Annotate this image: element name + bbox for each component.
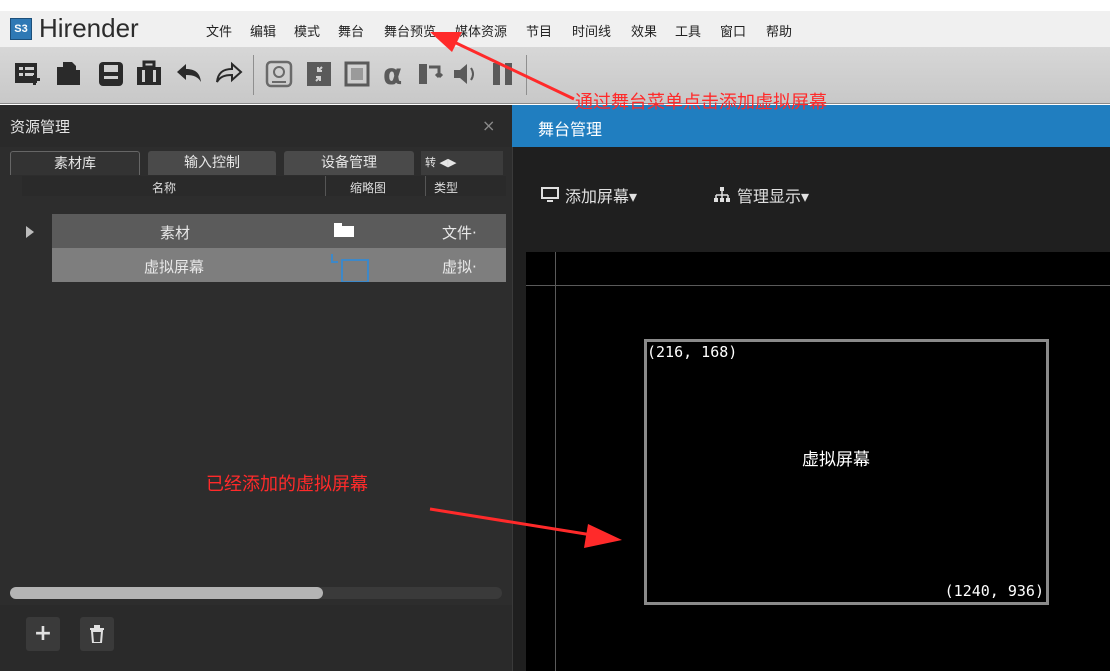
row-type: 虚拟·	[442, 258, 477, 276]
horizontal-scrollbar[interactable]	[10, 587, 502, 599]
stage-panel: 添加屏幕▾ 管理显示▾ (216, 168) 虚拟屏幕 (1240, 936)	[512, 147, 1110, 671]
virtual-screen-label: 虚拟屏幕	[802, 450, 870, 470]
menu-window[interactable]: 窗口	[720, 21, 746, 40]
tab-label: 输入控制	[184, 155, 240, 171]
add-screen-button[interactable]: 添加屏幕▾	[541, 181, 637, 209]
menu-help[interactable]: 帮助	[766, 21, 792, 40]
row-name: 素材	[160, 224, 191, 242]
shrink-icon[interactable]	[300, 54, 338, 94]
resource-panel: 资源管理 × 素材库 输入控制 设备管理 转 ◀▶ 名称 缩略图 类型 素材 文…	[0, 105, 512, 671]
monitor-icon	[541, 187, 559, 202]
manage-display-label: 管理显示▾	[737, 187, 810, 206]
column-name[interactable]: 名称	[152, 179, 176, 196]
guide-line-horizontal	[526, 285, 1110, 286]
redo-icon[interactable]	[210, 54, 248, 94]
undo-icon[interactable]	[170, 54, 208, 94]
add-list-icon[interactable]	[8, 54, 46, 94]
menu-stage[interactable]: 舞台	[338, 21, 364, 40]
menu-stage-preview[interactable]: 舞台预览	[384, 21, 436, 40]
tab-input-control[interactable]: 输入控制	[148, 151, 276, 175]
table-row[interactable]: 虚拟屏幕 虚拟·	[52, 248, 506, 283]
alpha-icon[interactable]: α	[376, 54, 414, 94]
top-left-coordinate: (216, 168)	[647, 343, 738, 361]
briefcase-icon[interactable]	[130, 54, 168, 94]
row-type: 文件·	[442, 224, 477, 242]
add-button[interactable]: +	[26, 617, 60, 651]
menu-file[interactable]: 文件	[206, 21, 232, 40]
hierarchy-icon	[714, 187, 730, 202]
resource-panel-footer: +	[0, 605, 512, 671]
folder-icon	[334, 222, 354, 241]
close-icon[interactable]: ×	[482, 116, 495, 135]
menu-media-resources[interactable]: 媒体资源	[455, 21, 507, 40]
virtual-screen[interactable]: (216, 168) 虚拟屏幕 (1240, 936)	[644, 339, 1049, 605]
pause-icon[interactable]	[484, 54, 522, 94]
annotation-screen-hint: 已经添加的虚拟屏幕	[206, 474, 368, 495]
stage-canvas[interactable]: (216, 168) 虚拟屏幕 (1240, 936)	[526, 252, 1110, 671]
tab-material-library[interactable]: 素材库	[10, 151, 140, 175]
tab-label: 素材库	[54, 156, 96, 172]
virtual-screen-thumbnail-icon	[330, 252, 374, 286]
guide-line-vertical	[555, 252, 556, 671]
stage-panel-title: 舞台管理	[538, 120, 603, 139]
tab-label: 设备管理	[321, 155, 377, 171]
menu-mode[interactable]: 模式	[294, 21, 320, 40]
toolbar: α	[0, 47, 1110, 104]
add-screen-label: 添加屏幕▾	[565, 187, 638, 206]
delete-button[interactable]	[80, 617, 114, 651]
table-row[interactable]: 素材 文件·	[52, 214, 506, 248]
menu-effects[interactable]: 效果	[631, 21, 657, 40]
menu-timeline[interactable]: 时间线	[572, 21, 611, 40]
trash-icon	[90, 625, 104, 644]
loop-icon[interactable]	[410, 54, 448, 94]
frame-icon[interactable]	[338, 54, 376, 94]
table-header: 名称 缩略图 类型	[22, 176, 506, 196]
tab-scroll-buttons[interactable]: 转 ◀▶	[421, 151, 503, 175]
location-icon[interactable]	[260, 54, 298, 94]
bottom-right-coordinate: (1240, 936)	[944, 582, 1044, 600]
menu-program[interactable]: 节目	[526, 21, 552, 40]
annotation-menu-hint: 通过舞台菜单点击添加虚拟屏幕	[575, 92, 827, 113]
app-logo: S3	[10, 18, 32, 40]
menu-edit[interactable]: 编辑	[250, 21, 276, 40]
save-icon[interactable]	[92, 54, 130, 94]
expand-arrow-icon[interactable]	[26, 226, 34, 238]
menu-tools[interactable]: 工具	[675, 21, 701, 40]
column-thumbnail[interactable]: 缩略图	[350, 179, 386, 196]
toolbar-separator	[526, 55, 527, 95]
row-name: 虚拟屏幕	[144, 258, 205, 276]
resource-panel-title: 资源管理	[10, 118, 71, 136]
app-title: Hirender	[39, 13, 139, 43]
resource-panel-header: 资源管理 ×	[0, 105, 512, 147]
tab-overflow-label: 转	[425, 156, 436, 169]
toolbar-separator	[253, 55, 254, 95]
scrollbar-thumb[interactable]	[10, 587, 323, 599]
open-folder-icon[interactable]	[50, 54, 88, 94]
chevron-right-icon[interactable]: ▶	[448, 156, 456, 169]
column-divider[interactable]	[325, 176, 326, 196]
tab-device-management[interactable]: 设备管理	[284, 151, 414, 175]
column-divider[interactable]	[425, 176, 426, 196]
menu-bar: S3 Hirender 文件 编辑 模式 舞台 舞台预览 媒体资源 节目 时间线…	[0, 11, 1110, 47]
volume-icon[interactable]	[446, 54, 484, 94]
manage-display-button[interactable]: 管理显示▾	[713, 181, 809, 209]
column-type[interactable]: 类型	[434, 179, 458, 196]
svg-text:α: α	[383, 59, 402, 89]
chevron-left-icon[interactable]: ◀	[440, 156, 448, 169]
